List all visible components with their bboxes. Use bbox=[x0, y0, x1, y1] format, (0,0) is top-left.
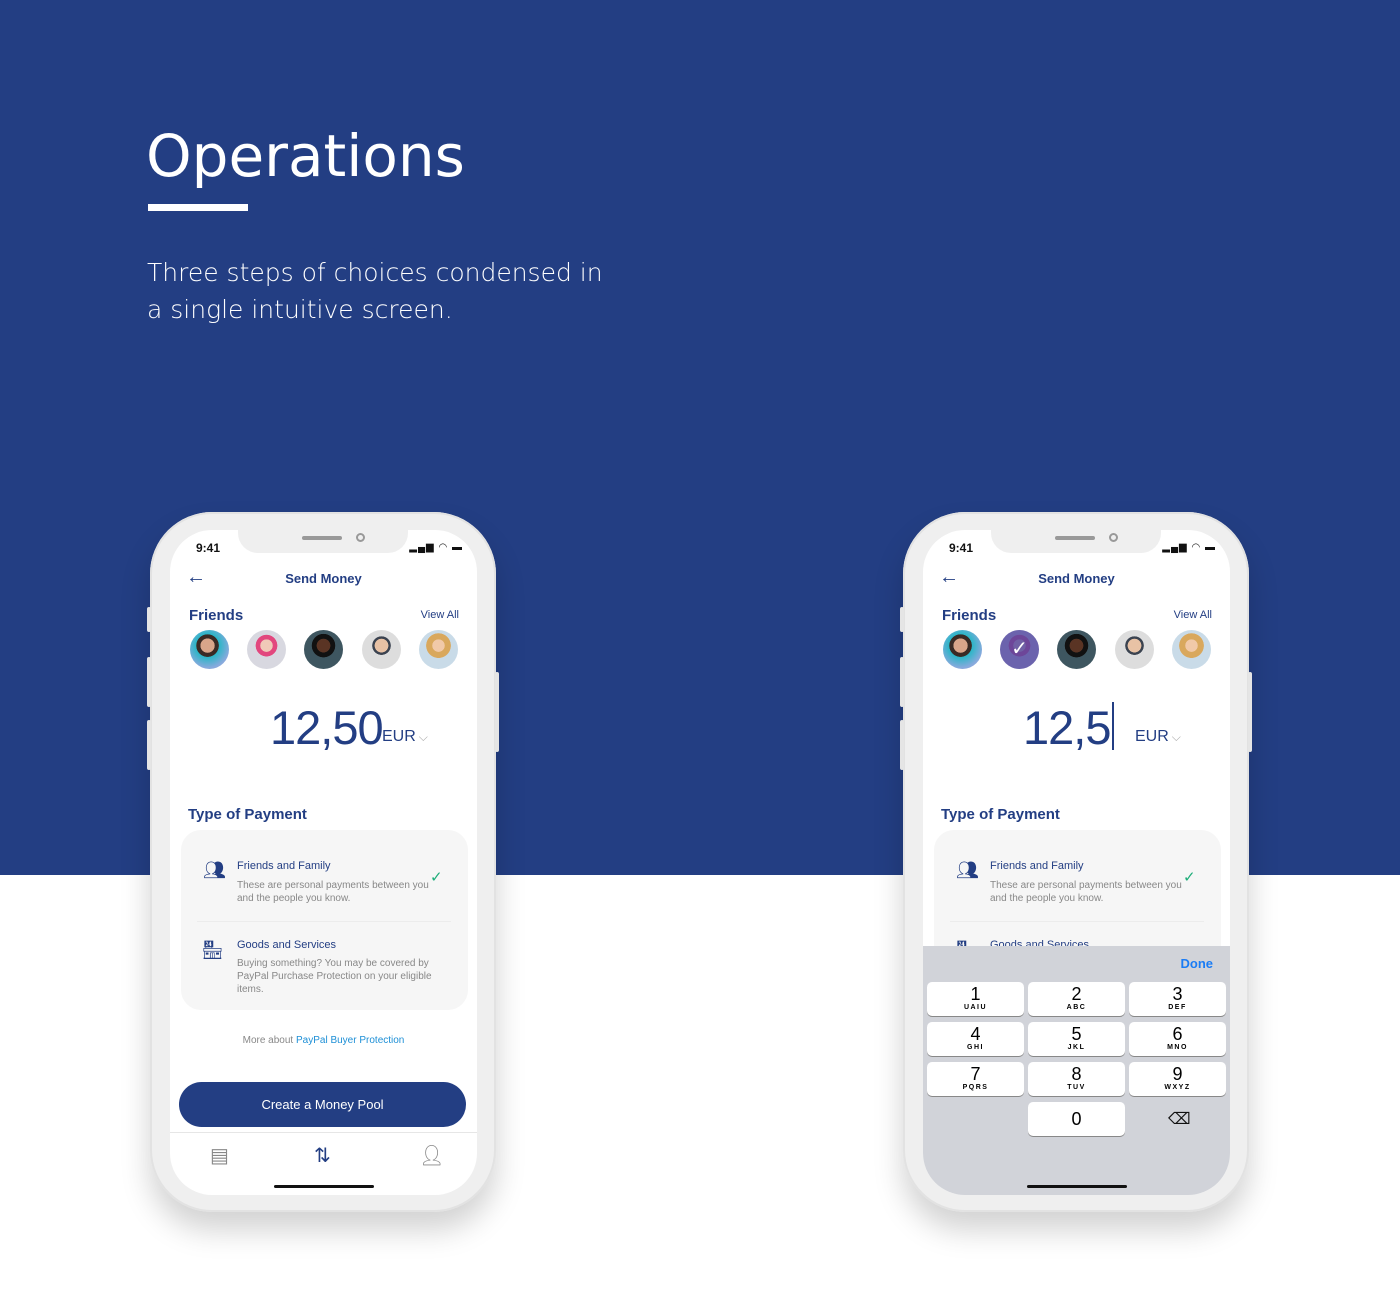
key-6[interactable]: 6 MNO bbox=[1129, 1022, 1226, 1056]
chevron-down-icon: ⌵ bbox=[1171, 730, 1181, 744]
payment-type-heading: Type of Payment bbox=[941, 806, 1060, 823]
tab-bar-divider bbox=[170, 1132, 477, 1133]
amount-value: 12,50 bbox=[270, 701, 384, 754]
amount-display[interactable]: 12,50 bbox=[270, 700, 384, 755]
option-title[interactable]: Friends and Family bbox=[990, 860, 1084, 872]
friend-avatar[interactable] bbox=[304, 630, 343, 669]
check-icon: ✓ bbox=[1183, 869, 1196, 886]
option-description: These are personal payments between you … bbox=[237, 880, 429, 904]
phone-mockup: 9:41 ▂▄▆ ◠ ▬ ← Send Money Friends View A… bbox=[900, 512, 1252, 1212]
text-cursor bbox=[1112, 702, 1115, 750]
store-icon: 🏪︎ bbox=[201, 940, 224, 960]
home-indicator bbox=[1027, 1185, 1127, 1188]
friend-avatar[interactable] bbox=[1115, 630, 1154, 669]
key-9[interactable]: 9 WXYZ bbox=[1129, 1062, 1226, 1096]
buyer-protection-link[interactable]: PayPal Buyer Protection bbox=[296, 1035, 404, 1046]
option-title[interactable]: Friends and Family bbox=[237, 860, 331, 872]
page-title: Operations bbox=[146, 122, 465, 190]
notch bbox=[991, 530, 1161, 553]
profile-icon[interactable]: 👤︎ bbox=[419, 1143, 444, 1168]
friend-avatar[interactable] bbox=[419, 630, 458, 669]
friends-icon: 👥︎ bbox=[956, 860, 979, 880]
currency-select[interactable]: EUR ⌵ bbox=[1135, 728, 1181, 746]
key-3[interactable]: 3 DEF bbox=[1129, 982, 1226, 1016]
chevron-down-icon: ⌵ bbox=[418, 730, 428, 744]
option-description: Buying something? You may be covered by … bbox=[237, 958, 432, 995]
friends-heading: Friends bbox=[189, 607, 244, 624]
view-all-link[interactable]: View All bbox=[421, 609, 459, 621]
key-2[interactable]: 2 ABC bbox=[1028, 982, 1125, 1016]
buyer-protection-note: More about PayPal Buyer Protection bbox=[242, 1035, 405, 1046]
status-icons: ▂▄▆ ◠ ▬ bbox=[409, 542, 463, 553]
amount-display[interactable]: 12,5 bbox=[1023, 700, 1115, 755]
option-title[interactable]: Goods and Services bbox=[237, 939, 336, 951]
check-icon: ✓ bbox=[430, 869, 443, 886]
key-5[interactable]: 5 JKL bbox=[1028, 1022, 1125, 1056]
title-underline bbox=[148, 204, 248, 211]
key-8[interactable]: 8 TUV bbox=[1028, 1062, 1125, 1096]
payment-type-heading: Type of Payment bbox=[188, 806, 307, 823]
friend-avatar[interactable] bbox=[1057, 630, 1096, 669]
friend-avatar[interactable]: ✓ bbox=[1000, 630, 1039, 669]
currency-value: EUR bbox=[1135, 728, 1169, 745]
phone-mockup: 9:41 ▂▄▆ ◠ ▬ ← Send Money Friends View A… bbox=[147, 512, 499, 1212]
phone-screen: 9:41 ▂▄▆ ◠ ▬ ← Send Money Friends View A… bbox=[923, 530, 1230, 1195]
home-indicator bbox=[274, 1185, 374, 1188]
option-description: These are personal payments between you … bbox=[990, 880, 1182, 904]
currency-select[interactable]: EUR ⌵ bbox=[382, 728, 428, 746]
currency-value: EUR bbox=[382, 728, 416, 745]
friends-icon: 👥︎ bbox=[203, 860, 226, 880]
friend-avatar[interactable] bbox=[943, 630, 982, 669]
friend-avatar[interactable] bbox=[362, 630, 401, 669]
numeric-keyboard: Done 1 UAIU 2 ABC 3 DEF 4 GHI 5 JKL 6 MNO 7 PQRS 8 TUV 9 W… bbox=[923, 946, 1230, 1195]
divider bbox=[197, 921, 451, 922]
selected-check-icon: ✓ bbox=[1000, 630, 1039, 669]
nav-title: Send Money bbox=[285, 571, 362, 586]
key-1[interactable]: 1 UAIU bbox=[927, 982, 1024, 1016]
page-subtitle: Three steps of choices condensed in a si… bbox=[147, 258, 603, 324]
nav-title: Send Money bbox=[1038, 571, 1115, 586]
status-icons: ▂▄▆ ◠ ▬ bbox=[1162, 542, 1216, 553]
key-0[interactable]: 0 bbox=[1028, 1102, 1125, 1136]
view-all-link[interactable]: View All bbox=[1174, 609, 1212, 621]
amount-value: 12,5 bbox=[1023, 701, 1111, 754]
friend-avatar[interactable] bbox=[247, 630, 286, 669]
key-4[interactable]: 4 GHI bbox=[927, 1022, 1024, 1056]
transfer-icon[interactable]: ⇅ bbox=[314, 1143, 331, 1168]
friend-avatar[interactable] bbox=[190, 630, 229, 669]
status-time: 9:41 bbox=[196, 541, 221, 555]
create-money-pool-button[interactable]: Create a Money Pool bbox=[179, 1082, 466, 1127]
backspace-icon[interactable]: ⌫ bbox=[1168, 1109, 1191, 1129]
status-time: 9:41 bbox=[949, 541, 974, 555]
notch bbox=[238, 530, 408, 553]
done-button[interactable]: Done bbox=[1181, 956, 1214, 971]
phone-screen: 9:41 ▂▄▆ ◠ ▬ ← Send Money Friends View A… bbox=[170, 530, 477, 1195]
friends-heading: Friends bbox=[942, 607, 997, 624]
friend-avatar[interactable] bbox=[1172, 630, 1211, 669]
list-icon[interactable]: ▤ bbox=[210, 1143, 229, 1168]
divider bbox=[950, 921, 1204, 922]
key-7[interactable]: 7 PQRS bbox=[927, 1062, 1024, 1096]
